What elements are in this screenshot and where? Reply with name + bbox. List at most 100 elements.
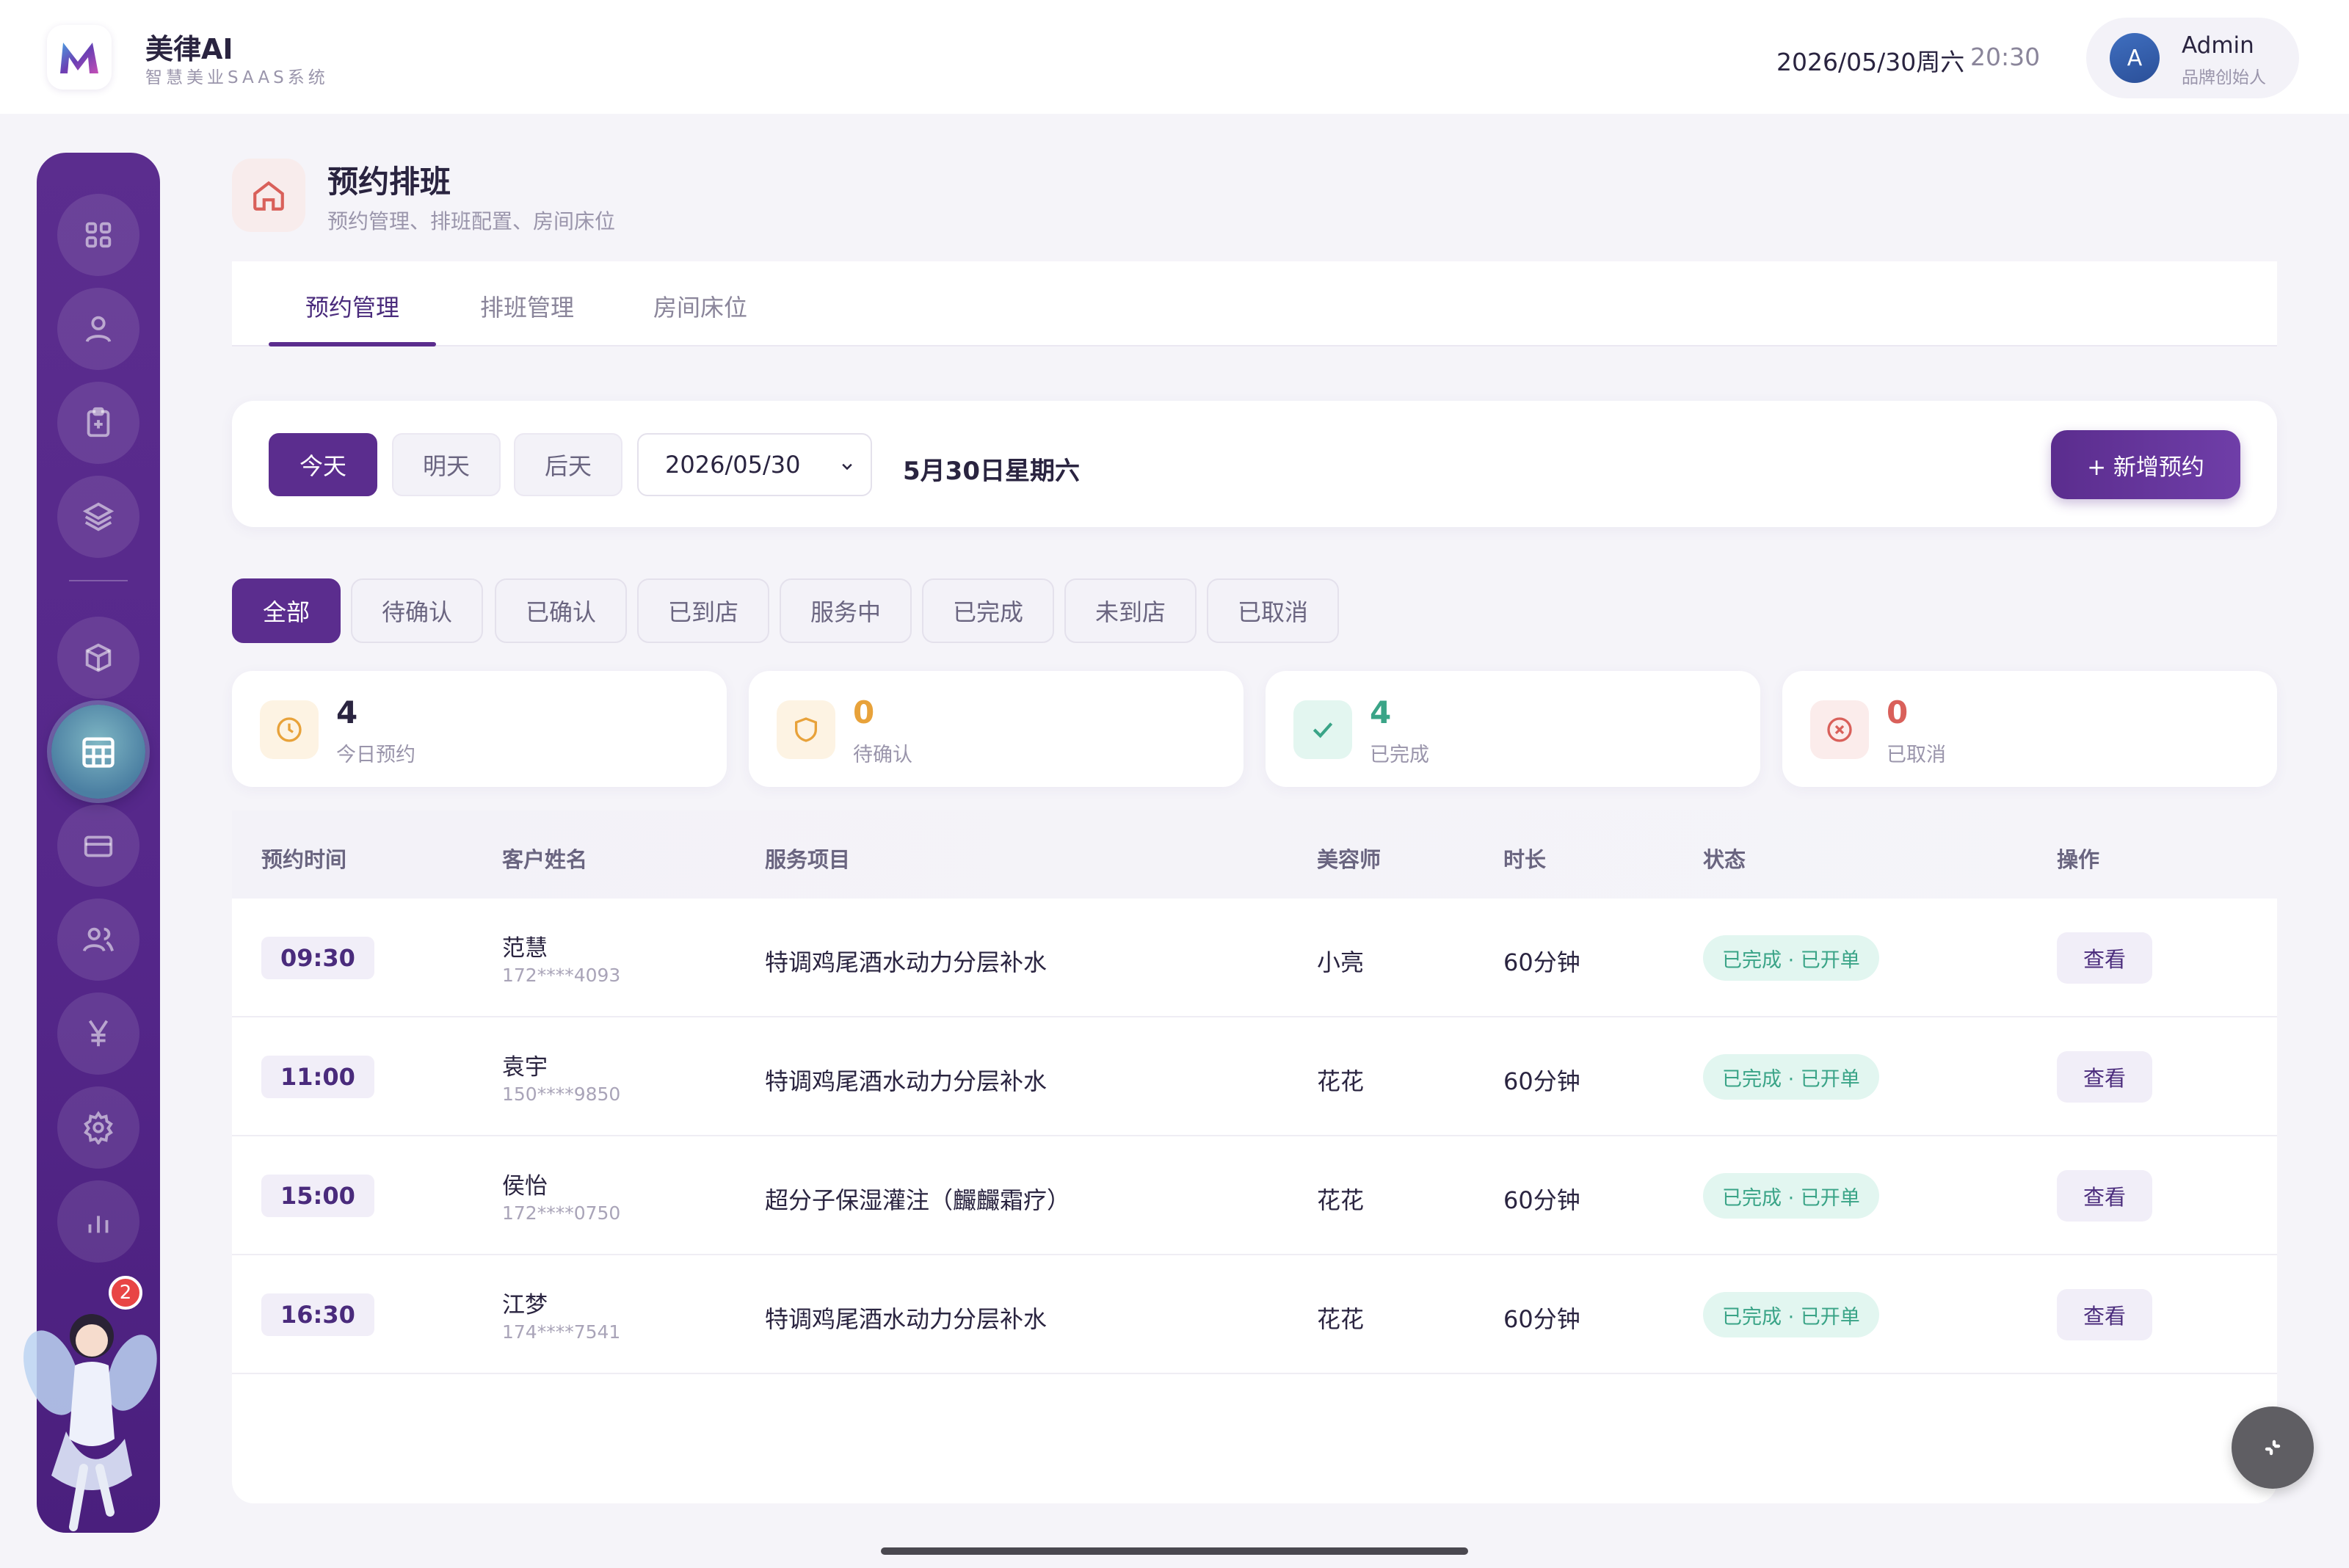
stat-value: 4 <box>1370 694 1392 730</box>
date-picker[interactable]: 2026/05/30 <box>637 433 872 496</box>
column-header-time: 预约时间 <box>261 847 347 872</box>
filter-pending[interactable]: 待确认 <box>351 578 483 643</box>
add-appointment-button[interactable]: + 新增预约 <box>2051 430 2240 499</box>
sidebar-item-cards[interactable] <box>57 805 139 887</box>
filter-in-service[interactable]: 服务中 <box>780 578 912 643</box>
column-header-action: 操作 <box>2057 847 2100 872</box>
card-icon <box>84 835 113 857</box>
tab-appointments[interactable]: 预约管理 <box>305 289 399 323</box>
stat-label: 已完成 <box>1370 744 1429 766</box>
filter-all[interactable]: 全部 <box>232 578 341 643</box>
view-button[interactable]: 查看 <box>2057 1289 2152 1340</box>
chevron-down-icon <box>842 463 852 471</box>
duration: 60分钟 <box>1503 948 1580 976</box>
status-badge: 已完成 · 已开单 <box>1703 1292 1879 1337</box>
today-button[interactable]: 今天 <box>269 433 377 496</box>
bar-chart-icon <box>88 1216 109 1233</box>
sidebar-item-staff[interactable] <box>57 899 139 981</box>
customer-phone: 150****9850 <box>502 1084 621 1105</box>
filter-arrived[interactable]: 已到店 <box>637 578 769 643</box>
status-badge: 已完成 · 已开单 <box>1703 1173 1879 1219</box>
filter-cancelled[interactable]: 已取消 <box>1207 578 1339 643</box>
table-row[interactable]: 15:00 侯怡 172****0750 超分子保湿灌注（麣麣霜疗） 花花 60… <box>232 1136 2277 1255</box>
user-name: Admin <box>2182 32 2254 59</box>
gear-icon <box>84 1111 113 1144</box>
assistant-mascot[interactable] <box>22 1292 161 1534</box>
stat-value: 0 <box>1887 694 1909 730</box>
brand-logo[interactable] <box>47 25 112 90</box>
users-icon <box>82 927 114 952</box>
column-header-status: 状态 <box>1703 847 1746 872</box>
view-button[interactable]: 查看 <box>2057 932 2152 984</box>
notification-badge: 2 <box>109 1276 142 1310</box>
check-icon <box>1313 722 1333 738</box>
table-row[interactable]: 11:00 袁宇 150****9850 特调鸡尾酒水动力分层补水 花花 60分… <box>232 1017 2277 1136</box>
tomorrow-button[interactable]: 明天 <box>392 433 501 496</box>
user-role: 品牌创始人 <box>2182 68 2266 87</box>
sidebar-item-orders[interactable] <box>57 382 139 464</box>
sidebar-item-products[interactable] <box>57 617 139 699</box>
sidebar-divider <box>69 580 128 581</box>
sidebar-item-customers[interactable] <box>57 288 139 370</box>
table-row[interactable]: 16:30 江梦 174****7541 特调鸡尾酒水动力分层补水 花花 60分… <box>232 1255 2277 1374</box>
sidebar-item-reports[interactable] <box>57 1180 139 1263</box>
fairy-mascot-icon <box>23 1314 157 1531</box>
column-header-duration: 时长 <box>1503 847 1547 872</box>
sidebar-item-projects[interactable] <box>57 476 139 558</box>
sidebar-item-finance[interactable] <box>57 992 139 1075</box>
x-circle-icon <box>1827 717 1852 742</box>
tab-schedule[interactable]: 排班管理 <box>480 289 574 323</box>
floating-assistive-button[interactable] <box>2232 1407 2314 1489</box>
table-header: 预约时间 客户姓名 服务项目 美容师 时长 状态 操作 <box>232 810 2277 899</box>
column-header-customer: 客户姓名 <box>502 847 588 872</box>
stat-label: 今日预约 <box>336 744 415 766</box>
page-subtitle: 预约管理、排班配置、房间床位 <box>327 209 616 233</box>
home-icon <box>253 181 284 211</box>
column-header-service: 服务项目 <box>765 847 851 872</box>
brand-name: 美律AI <box>145 33 233 65</box>
page-icon <box>232 159 305 232</box>
stat-value: 0 <box>853 694 875 730</box>
sidebar-item-settings[interactable] <box>57 1086 139 1169</box>
stat-card-pending: 0 待确认 <box>749 671 1244 787</box>
stat-icon-bg <box>1810 700 1869 759</box>
staff-name: 小亮 <box>1317 948 1365 976</box>
date-label: 5月30日星期六 <box>903 457 1080 486</box>
current-time: 20:30 <box>1970 43 2041 71</box>
sidebar-item-dashboard[interactable] <box>57 194 139 276</box>
clock-icon <box>277 717 302 742</box>
duration: 60分钟 <box>1503 1186 1580 1214</box>
customer-phone: 174****7541 <box>502 1321 621 1343</box>
stat-label: 待确认 <box>853 744 912 766</box>
filter-no-show[interactable]: 未到店 <box>1064 578 1197 643</box>
filter-confirmed[interactable]: 已确认 <box>495 578 627 643</box>
home-indicator <box>881 1547 1468 1555</box>
appointment-time: 11:00 <box>261 1056 374 1098</box>
view-button[interactable]: 查看 <box>2057 1170 2152 1222</box>
filter-completed[interactable]: 已完成 <box>922 578 1054 643</box>
day-after-button[interactable]: 后天 <box>514 433 622 496</box>
avatar: A <box>2110 33 2160 83</box>
date-picker-value: 2026/05/30 <box>665 451 801 479</box>
shield-icon <box>795 717 817 742</box>
staff-name: 花花 <box>1317 1067 1365 1095</box>
user-icon <box>85 316 112 343</box>
service-name: 特调鸡尾酒水动力分层补水 <box>765 948 1048 976</box>
page-title: 预约排班 <box>327 164 451 200</box>
service-name: 特调鸡尾酒水动力分层补水 <box>765 1305 1048 1333</box>
stat-value: 4 <box>336 694 358 730</box>
view-button[interactable]: 查看 <box>2057 1051 2152 1103</box>
appointment-time: 15:00 <box>261 1175 374 1217</box>
status-badge: 已完成 · 已开单 <box>1703 1054 1879 1100</box>
stat-label: 已取消 <box>1887 744 1946 766</box>
customer-name: 范慧 <box>502 935 548 962</box>
table-row[interactable]: 09:30 范慧 172****4093 特调鸡尾酒水动力分层补水 小亮 60分… <box>232 899 2277 1017</box>
user-menu[interactable]: A Admin 品牌创始人 <box>2086 18 2299 98</box>
status-badge: 已完成 · 已开单 <box>1703 935 1879 981</box>
appointment-time: 09:30 <box>261 937 374 979</box>
calendar-icon <box>82 737 115 768</box>
sidebar-item-appointments[interactable] <box>51 705 145 799</box>
yen-icon <box>88 1020 109 1047</box>
tab-rooms[interactable]: 房间床位 <box>653 289 747 323</box>
current-date: 2026/05/30周六 <box>1776 48 1965 76</box>
